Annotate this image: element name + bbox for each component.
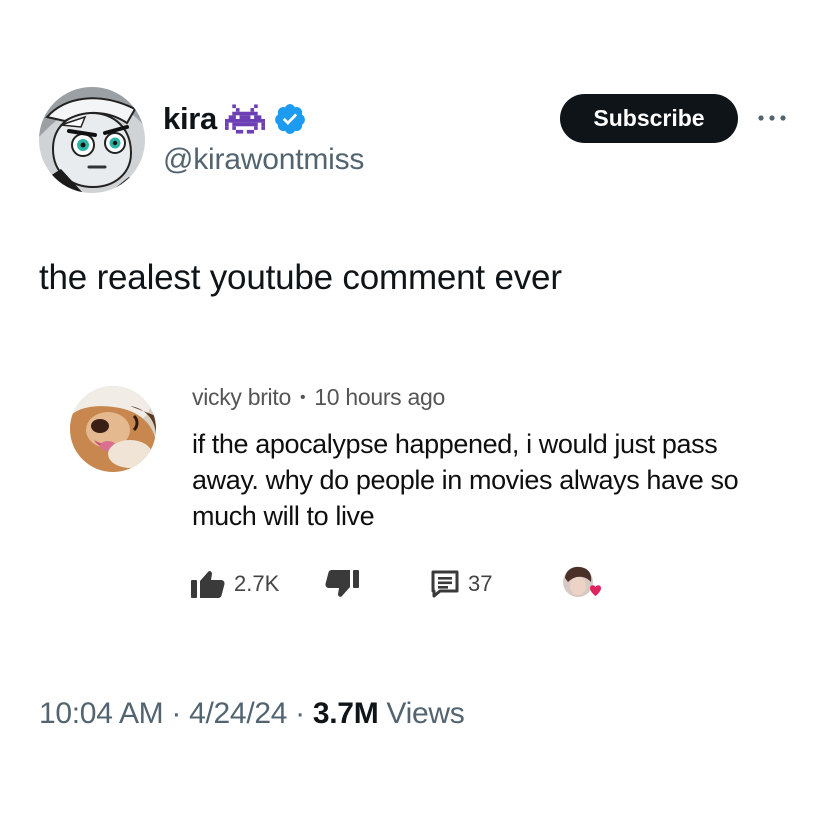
views-count[interactable]: 3.7M <box>313 697 379 731</box>
tweet-time[interactable]: 10:04 AM <box>39 697 164 731</box>
tweet-footer: 10:04 AM · 4/24/24 · 3.7M Views <box>39 697 465 731</box>
meta-separator: • <box>299 388 306 406</box>
thumbs-up-icon <box>191 571 225 598</box>
space-invader-icon <box>224 104 265 134</box>
footer-separator-2: · <box>287 697 313 730</box>
author-handle[interactable]: @kirawontmiss <box>163 143 364 177</box>
youtube-comment-image[interactable]: vicky brito • 10 hours ago if the apocal… <box>70 380 790 620</box>
comment-time[interactable]: 10 hours ago <box>314 384 445 411</box>
footer-separator-1: · <box>163 697 190 730</box>
author-display-name[interactable]: kira <box>163 101 217 137</box>
verified-badge-icon <box>275 104 305 134</box>
comment-meta: vicky brito • 10 hours ago <box>192 384 445 411</box>
comment-author[interactable]: vicky brito <box>192 384 291 411</box>
comment-actions: 2.7K 37 <box>190 564 630 604</box>
tweet-text: the realest youtube comment ever <box>39 258 562 297</box>
comment-icon <box>431 570 459 598</box>
like-button[interactable]: 2.7K <box>190 564 279 604</box>
author-name-row[interactable]: kira <box>163 100 307 138</box>
thumbs-down-icon <box>325 570 359 597</box>
subscribe-button[interactable]: Subscribe <box>560 94 738 143</box>
comment-body: if the apocalypse happened, i would just… <box>192 429 739 531</box>
more-options-icon[interactable] <box>753 104 791 132</box>
views-label: Views <box>378 697 465 730</box>
author-avatar[interactable] <box>39 87 145 193</box>
dog-photo-avatar <box>70 386 156 472</box>
dislike-button[interactable] <box>324 564 360 604</box>
tweet-date[interactable]: 4/24/24 <box>189 697 287 731</box>
like-count: 2.7K <box>234 571 280 596</box>
creator-heart-icon <box>560 564 606 604</box>
reply-button[interactable]: 37 <box>430 564 492 604</box>
reply-count: 37 <box>468 571 493 596</box>
